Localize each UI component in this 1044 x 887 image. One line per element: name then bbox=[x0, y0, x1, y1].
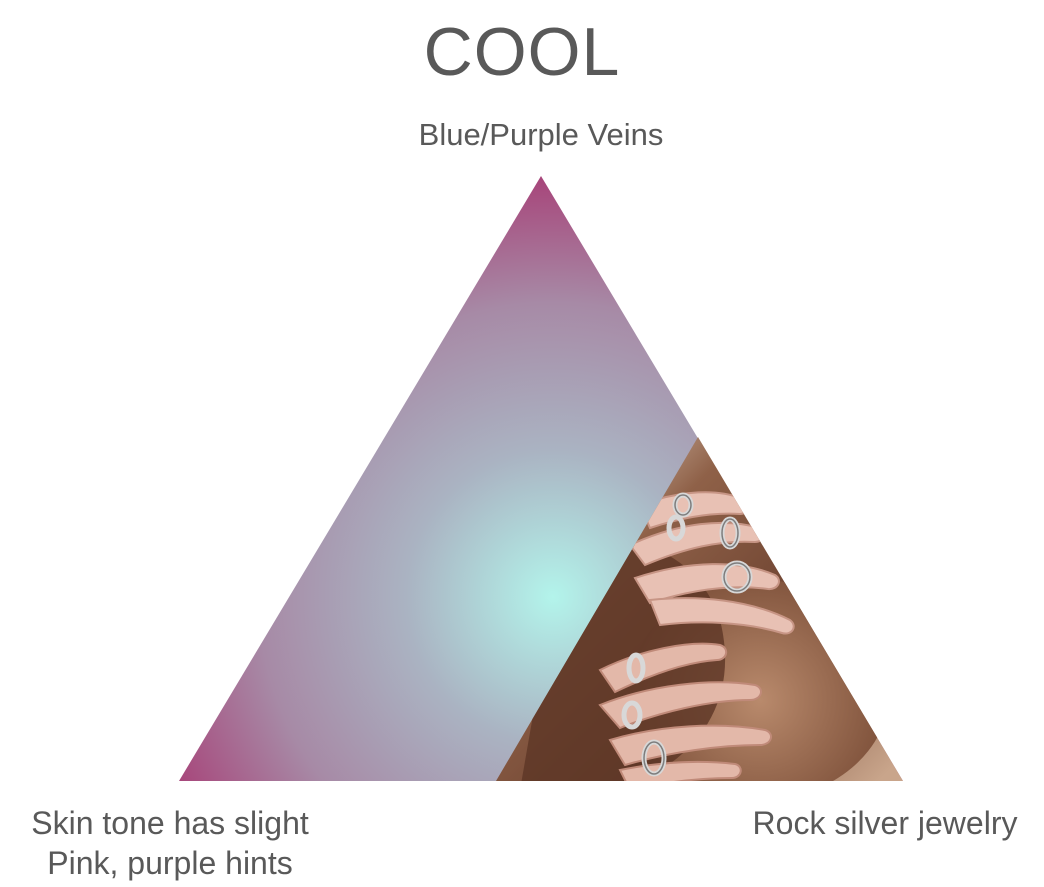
top-vertex-label: Blue/Purple Veins bbox=[418, 117, 664, 152]
right-vertex-label: Rock silver jewelry bbox=[752, 805, 1018, 841]
left-vertex-label-line1: Skin tone has slight bbox=[31, 805, 309, 841]
diagram-title: COOL bbox=[423, 14, 621, 90]
left-vertex-label-line2: Pink, purple hints bbox=[47, 845, 293, 881]
left-vertex-label: Skin tone has slight Pink, purple hints bbox=[0, 803, 340, 883]
